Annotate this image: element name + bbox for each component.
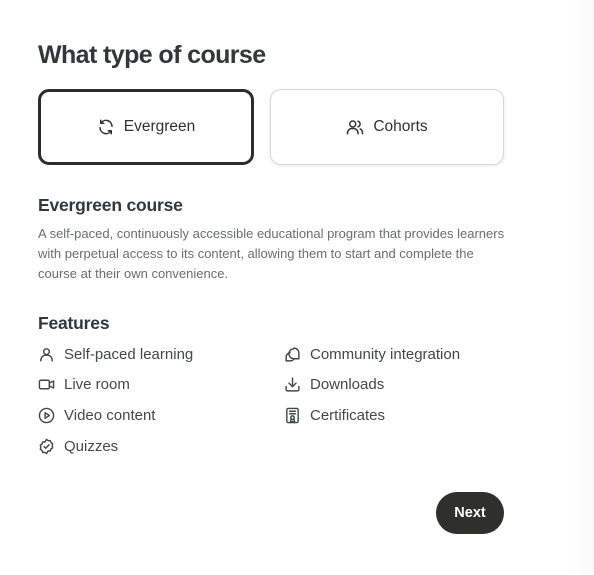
feature-live-room: Live room <box>38 374 130 394</box>
feature-label: Quizzes <box>64 437 119 455</box>
feature-self-paced-learning: Self-paced learning <box>38 344 193 364</box>
video-camera-icon <box>38 376 55 393</box>
option-evergreen-label: Evergreen <box>123 118 196 135</box>
feature-downloads: Downloads <box>284 374 384 394</box>
option-evergreen-card[interactable]: Evergreen <box>38 89 254 165</box>
next-button[interactable]: Next <box>436 492 504 534</box>
feature-quizzes: Quizzes <box>38 436 118 456</box>
course-type-page: What type of course Evergreen Cohorts Ev… <box>0 0 594 575</box>
users-icon <box>346 118 364 136</box>
feature-video-content: Video content <box>38 405 155 425</box>
description-text: A self-paced, continuously accessible ed… <box>38 226 505 281</box>
feature-community-integration: Community integration <box>284 344 460 364</box>
chat-bubbles-icon <box>284 346 301 363</box>
feature-label: Self-paced learning <box>64 345 194 363</box>
right-edge-shade <box>572 0 594 575</box>
refresh-icon <box>97 118 115 136</box>
badge-check-icon <box>38 438 55 455</box>
feature-label: Video content <box>64 406 156 424</box>
feature-label: Community integration <box>310 345 461 363</box>
option-cohorts-label: Cohorts <box>373 118 428 135</box>
play-circle-icon <box>38 407 55 424</box>
option-cohorts-card[interactable]: Cohorts <box>270 89 504 165</box>
certificate-icon <box>284 407 301 424</box>
feature-certificates: Certificates <box>284 405 385 425</box>
page-title: What type of course <box>38 41 266 69</box>
user-icon <box>38 346 55 363</box>
description-title: Evergreen course <box>38 195 183 215</box>
feature-label: Certificates <box>310 406 386 424</box>
features-title: Features <box>38 313 110 333</box>
feature-label: Downloads <box>310 375 385 393</box>
feature-label: Live room <box>64 375 130 393</box>
download-icon <box>284 376 301 393</box>
